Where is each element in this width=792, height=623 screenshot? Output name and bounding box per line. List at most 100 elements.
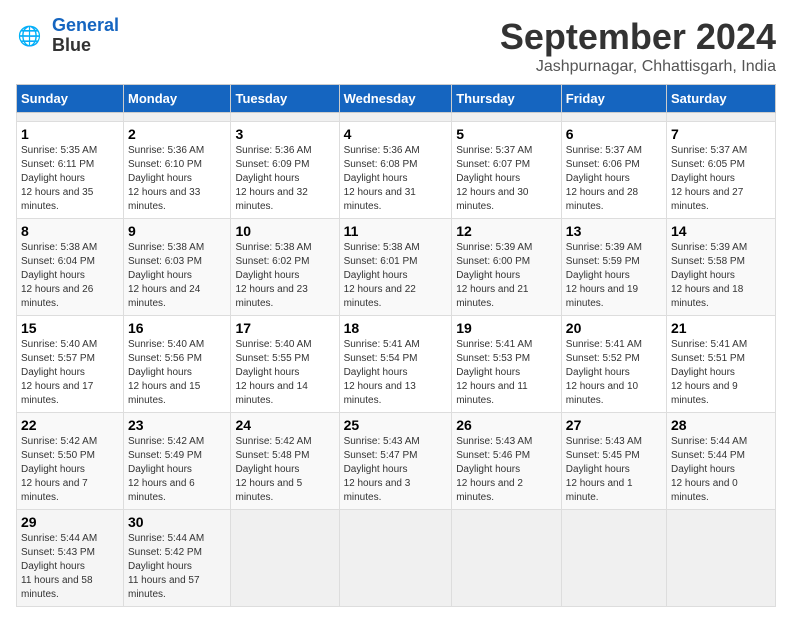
header-day-wednesday: Wednesday (339, 85, 452, 113)
day-number: 23 (128, 417, 226, 433)
logo-icon: 🌐 (16, 20, 48, 52)
calendar-cell: 26 Sunrise: 5:43 AMSunset: 5:46 PMDayligh… (452, 413, 562, 510)
calendar-cell: 11 Sunrise: 5:38 AMSunset: 6:01 PMDayligh… (339, 219, 452, 316)
calendar-cell: 4 Sunrise: 5:36 AMSunset: 6:08 PMDaylight… (339, 122, 452, 219)
day-number: 11 (344, 223, 448, 239)
day-number: 25 (344, 417, 448, 433)
calendar-cell: 20Sunrise: 5:41 AMSunset: 5:52 PMDayligh… (561, 316, 666, 413)
day-info: Sunrise: 5:38 AMSunset: 6:01 PMDaylight … (344, 241, 448, 311)
calendar-cell: 14 Sunrise: 5:39 AMSunset: 5:58 PMDayligh… (667, 219, 776, 316)
day-info: Sunrise: 5:44 AMSunset: 5:43 PMDaylight … (21, 532, 119, 602)
svg-text:🌐: 🌐 (18, 24, 42, 47)
calendar-cell (231, 510, 339, 607)
day-info: Sunrise: 5:38 AMSunset: 6:03 PMDaylight … (128, 241, 226, 311)
calendar-cell (231, 113, 339, 122)
header-day-monday: Monday (124, 85, 231, 113)
calendar-cell: 8 Sunrise: 5:38 AMSunset: 6:04 PMDaylight… (17, 219, 124, 316)
day-number: 10 (235, 223, 334, 239)
day-info: Sunrise: 5:41 AMSunset: 5:51 PMDaylight … (671, 338, 771, 408)
day-number: 7 (671, 126, 771, 142)
title-area: September 2024 Jashpurnagar, Chhattisgar… (500, 16, 776, 76)
day-number: 27 (566, 417, 662, 433)
day-info: Sunrise: 5:40 AMSunset: 5:55 PMDaylight … (235, 338, 334, 408)
day-number: 26 (456, 417, 557, 433)
day-number: 2 (128, 126, 226, 142)
calendar-table: SundayMondayTuesdayWednesdayThursdayFrid… (16, 84, 776, 607)
day-info: Sunrise: 5:37 AMSunset: 6:05 PMDaylight … (671, 144, 771, 214)
calendar-cell: 9 Sunrise: 5:38 AMSunset: 6:03 PMDaylight… (124, 219, 231, 316)
day-number: 13 (566, 223, 662, 239)
header-day-saturday: Saturday (667, 85, 776, 113)
calendar-week-row: 22 Sunrise: 5:42 AMSunset: 5:50 PMDayligh… (17, 413, 776, 510)
day-info: Sunrise: 5:39 AMSunset: 6:00 PMDaylight … (456, 241, 557, 311)
calendar-cell: 27 Sunrise: 5:43 AMSunset: 5:45 PMDayligh… (561, 413, 666, 510)
location-title: Jashpurnagar, Chhattisgarh, India (500, 58, 776, 76)
day-info: Sunrise: 5:42 AMSunset: 5:49 PMDaylight … (128, 435, 226, 505)
header-day-thursday: Thursday (452, 85, 562, 113)
header-day-sunday: Sunday (17, 85, 124, 113)
calendar-cell: 15 Sunrise: 5:40 AMSunset: 5:57 PMDayligh… (17, 316, 124, 413)
day-number: 22 (21, 417, 119, 433)
calendar-week-row: 15 Sunrise: 5:40 AMSunset: 5:57 PMDayligh… (17, 316, 776, 413)
day-number: 8 (21, 223, 119, 239)
day-number: 3 (235, 126, 334, 142)
day-number: 29 (21, 514, 119, 530)
day-info: Sunrise: 5:43 AMSunset: 5:45 PMDaylight … (566, 435, 662, 505)
day-number: 4 (344, 126, 448, 142)
day-number: 17 (235, 320, 334, 336)
day-number: 15 (21, 320, 119, 336)
day-info: Sunrise: 5:39 AMSunset: 5:59 PMDaylight … (566, 241, 662, 311)
calendar-cell (339, 510, 452, 607)
calendar-cell: 25Sunrise: 5:43 AMSunset: 5:47 PMDayligh… (339, 413, 452, 510)
calendar-cell: 1Sunrise: 5:35 AMSunset: 6:11 PMDaylight… (17, 122, 124, 219)
day-info: Sunrise: 5:36 AMSunset: 6:08 PMDaylight … (344, 144, 448, 214)
calendar-week-row (17, 113, 776, 122)
day-info: Sunrise: 5:40 AMSunset: 5:56 PMDaylight … (128, 338, 226, 408)
calendar-cell: 7 Sunrise: 5:37 AMSunset: 6:05 PMDaylight… (667, 122, 776, 219)
day-info: Sunrise: 5:41 AMSunset: 5:54 PMDaylight … (344, 338, 448, 408)
calendar-cell: 18Sunrise: 5:41 AMSunset: 5:54 PMDayligh… (339, 316, 452, 413)
calendar-cell (17, 113, 124, 122)
calendar-cell (561, 510, 666, 607)
day-number: 9 (128, 223, 226, 239)
day-number: 30 (128, 514, 226, 530)
day-info: Sunrise: 5:42 AMSunset: 5:48 PMDaylight … (235, 435, 334, 505)
day-number: 14 (671, 223, 771, 239)
day-info: Sunrise: 5:41 AMSunset: 5:52 PMDaylight … (566, 338, 662, 408)
calendar-cell (452, 510, 562, 607)
day-info: Sunrise: 5:43 AMSunset: 5:46 PMDaylight … (456, 435, 557, 505)
calendar-cell: 3 Sunrise: 5:36 AMSunset: 6:09 PMDaylight… (231, 122, 339, 219)
day-info: Sunrise: 5:41 AMSunset: 5:53 PMDaylight … (456, 338, 557, 408)
day-info: Sunrise: 5:36 AMSunset: 6:10 PMDaylight … (128, 144, 226, 214)
calendar-cell: 6Sunrise: 5:37 AMSunset: 6:06 PMDaylight… (561, 122, 666, 219)
month-title: September 2024 (500, 16, 776, 58)
day-info: Sunrise: 5:40 AMSunset: 5:57 PMDaylight … (21, 338, 119, 408)
calendar-cell: 21 Sunrise: 5:41 AMSunset: 5:51 PMDayligh… (667, 316, 776, 413)
day-number: 24 (235, 417, 334, 433)
day-number: 19 (456, 320, 557, 336)
day-info: Sunrise: 5:44 AMSunset: 5:42 PMDaylight … (128, 532, 226, 602)
header-day-friday: Friday (561, 85, 666, 113)
calendar-cell (667, 113, 776, 122)
day-info: Sunrise: 5:39 AMSunset: 5:58 PMDaylight … (671, 241, 771, 311)
calendar-week-row: 29 Sunrise: 5:44 AMSunset: 5:43 PMDayligh… (17, 510, 776, 607)
calendar-cell: 10 Sunrise: 5:38 AMSunset: 6:02 PMDayligh… (231, 219, 339, 316)
calendar-cell: 30 Sunrise: 5:44 AMSunset: 5:42 PMDayligh… (124, 510, 231, 607)
day-info: Sunrise: 5:38 AMSunset: 6:02 PMDaylight … (235, 241, 334, 311)
calendar-cell (124, 113, 231, 122)
header-day-tuesday: Tuesday (231, 85, 339, 113)
day-info: Sunrise: 5:44 AMSunset: 5:44 PMDaylight … (671, 435, 771, 505)
day-number: 21 (671, 320, 771, 336)
day-number: 28 (671, 417, 771, 433)
calendar-cell: 13 Sunrise: 5:39 AMSunset: 5:59 PMDayligh… (561, 219, 666, 316)
logo-general: General (52, 15, 119, 35)
logo-text: General Blue (52, 16, 119, 56)
day-info: Sunrise: 5:38 AMSunset: 6:04 PMDaylight … (21, 241, 119, 311)
day-info: Sunrise: 5:36 AMSunset: 6:09 PMDaylight … (235, 144, 334, 214)
calendar-cell: 17 Sunrise: 5:40 AMSunset: 5:55 PMDayligh… (231, 316, 339, 413)
calendar-cell: 28 Sunrise: 5:44 AMSunset: 5:44 PMDayligh… (667, 413, 776, 510)
day-number: 6 (566, 126, 662, 142)
day-number: 16 (128, 320, 226, 336)
day-info: Sunrise: 5:42 AMSunset: 5:50 PMDaylight … (21, 435, 119, 505)
calendar-cell (561, 113, 666, 122)
